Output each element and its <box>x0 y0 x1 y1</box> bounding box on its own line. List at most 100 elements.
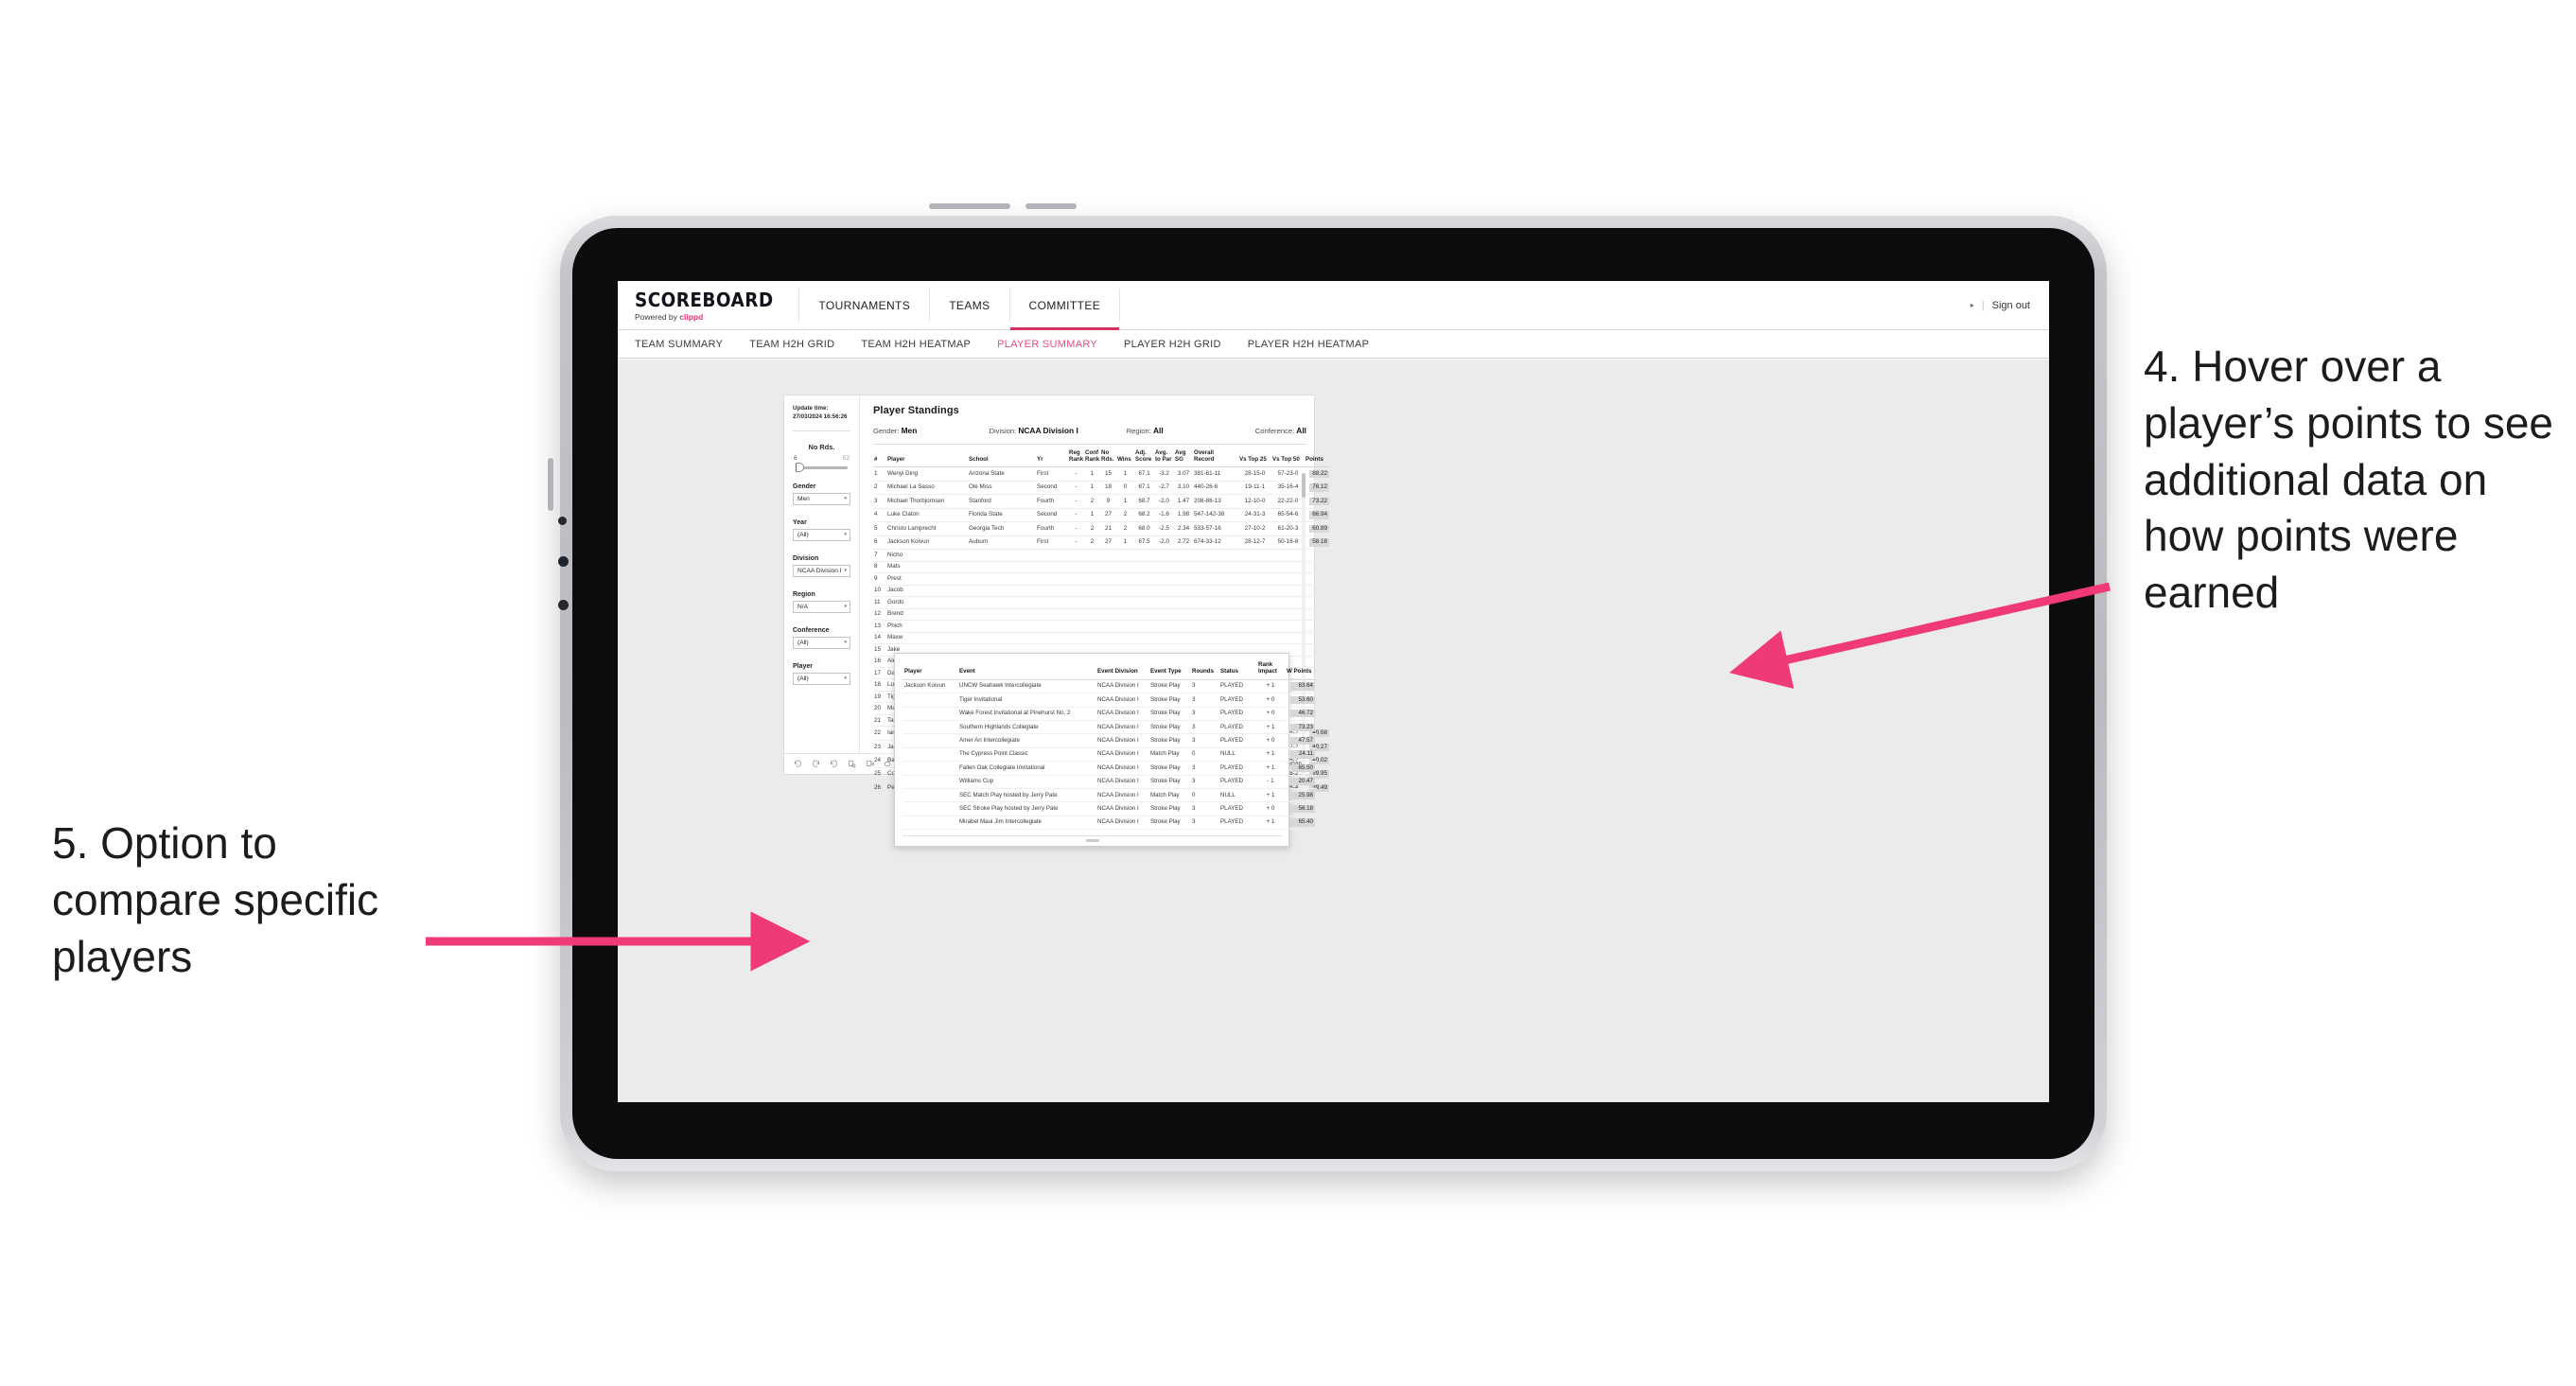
col-points[interactable]: Points <box>1305 445 1330 468</box>
points-value[interactable]: 73.22 <box>1309 497 1329 506</box>
no-rounds-label: No Rds. <box>808 442 835 451</box>
cell-adj-score <box>1134 572 1154 586</box>
table-row[interactable]: 8 Mats <box>873 561 1330 574</box>
col-overall-record[interactable]: Overall Record <box>1193 445 1238 468</box>
tooltip-resize-handle[interactable] <box>1086 839 1099 843</box>
tab-team-h2h-heatmap[interactable]: TEAM H2H HEATMAP <box>861 339 971 350</box>
cell-overall-record: 547-142-38 <box>1193 508 1238 523</box>
tooltip-row: Wake Forest Invitational at Pinehurst No… <box>902 707 1317 722</box>
tt-cell-rounds: 3 <box>1190 761 1218 776</box>
table-row[interactable]: 11 Gordo <box>873 596 1330 609</box>
nav-item-tournaments[interactable]: TOURNAMENTS <box>799 281 929 329</box>
redo-icon[interactable] <box>812 760 820 768</box>
chevron-right-icon[interactable]: ▸ <box>1971 301 1974 309</box>
col-adj-score[interactable]: Adj. Score <box>1134 445 1154 468</box>
tt-cell-event: Williams Cup <box>957 775 1095 790</box>
tooltip-row: Amer Ari Intercollegiate NCAA Division IS… <box>902 733 1317 748</box>
slider-handle[interactable] <box>796 463 804 473</box>
cell-rank: 21 <box>873 714 886 728</box>
table-row[interactable]: 12 Brend <box>873 608 1330 622</box>
table-row[interactable]: 3 Michael Thorbjornsen Stanford Fourth -2 9 1 6… <box>873 494 1330 509</box>
col-rank[interactable]: # <box>873 445 886 468</box>
cell-points[interactable] <box>1305 561 1330 574</box>
table-row[interactable]: 2 Michael La Sasso Ole Miss Second -1 18 0 67.1… <box>873 481 1330 496</box>
col-avg-sg[interactable]: Avg SG <box>1174 445 1193 468</box>
w-points-value: 25.98 <box>1290 791 1315 799</box>
col-reg-rank[interactable]: Reg Rank <box>1068 445 1084 468</box>
table-row[interactable]: 7 Nicho <box>873 549 1330 562</box>
tt-cell-w-points: 83.64 <box>1285 679 1317 694</box>
tooltip-row: SEC Match Play hosted by Jerry Pate NCAA … <box>902 788 1317 803</box>
sensor-dot <box>558 517 567 525</box>
points-value[interactable]: 66.94 <box>1309 511 1329 519</box>
col-avg-to-par[interactable]: Avg. to Par <box>1154 445 1174 468</box>
cell-points[interactable] <box>1305 549 1330 562</box>
tooltip-row: Fallen Oak Collegiate Invitational NCAA D… <box>902 761 1317 776</box>
region-dropdown[interactable]: N/A ▾ <box>793 600 850 613</box>
col-school[interactable]: School <box>968 445 1036 468</box>
tab-player-h2h-grid[interactable]: PLAYER H2H GRID <box>1124 339 1221 350</box>
table-scrollbar-thumb[interactable] <box>1302 473 1306 498</box>
table-row[interactable]: 9 Prest <box>873 572 1330 586</box>
col-wins[interactable]: Wins <box>1116 445 1134 468</box>
undo-icon[interactable] <box>794 760 802 768</box>
w-points-value: 24.11 <box>1290 750 1315 759</box>
points-value[interactable]: 76.12 <box>1309 483 1329 492</box>
cell-points[interactable] <box>1305 620 1330 633</box>
scoreboard-logo[interactable]: SCOREBOARD Powered by clippd <box>618 281 798 329</box>
tab-player-summary[interactable]: PLAYER SUMMARY <box>997 339 1097 350</box>
cell-points[interactable] <box>1305 608 1330 622</box>
points-value[interactable]: 60.89 <box>1309 524 1329 534</box>
cell-points[interactable]: 88.22 <box>1305 466 1330 482</box>
dropdown-value: N/A <box>797 603 808 610</box>
cell-points[interactable]: 60.89 <box>1305 521 1330 536</box>
col-conf-rank[interactable]: Conf Rank <box>1084 445 1100 468</box>
points-value[interactable]: 58.18 <box>1309 538 1329 547</box>
table-row[interactable]: 5 Christo Lamprecht Georgia Tech Fourth -2 21… <box>873 521 1330 536</box>
nav-item-teams[interactable]: TEAMS <box>930 281 1008 329</box>
cell-points[interactable]: 58.18 <box>1305 535 1330 551</box>
cell-points[interactable] <box>1305 643 1330 657</box>
conference-dropdown[interactable]: (All) ▾ <box>793 636 850 649</box>
cell-points[interactable]: 76.12 <box>1305 481 1330 496</box>
sign-out-link[interactable]: Sign out <box>1992 300 2030 311</box>
cell-adj-score <box>1134 620 1154 633</box>
nav-item-committee[interactable]: COMMITTEE <box>1009 281 1120 330</box>
tab-team-summary[interactable]: TEAM SUMMARY <box>635 339 723 350</box>
points-value[interactable]: 88.22 <box>1309 469 1329 479</box>
cell-points[interactable] <box>1305 572 1330 586</box>
w-points-value: 65.50 <box>1290 763 1315 773</box>
revert-icon[interactable] <box>830 760 838 768</box>
cell-points[interactable]: 73.22 <box>1305 494 1330 509</box>
col-vs-top-50[interactable]: Vs Top 50 <box>1271 445 1305 468</box>
col-year[interactable]: Yr <box>1036 445 1068 468</box>
table-row[interactable]: 1 Wenyi Ding Arizona State First -1 15 1 67.1 -3… <box>873 466 1330 482</box>
table-row[interactable]: 4 Luke Claton Florida State Second -1 27 2 68.2… <box>873 508 1330 523</box>
summary-gender: Gender: Men <box>873 426 990 435</box>
tablet-bezel: SCOREBOARD Powered by clippd TOURNAMENTS… <box>572 228 2094 1159</box>
col-no-rounds[interactable]: No Rds. <box>1100 445 1116 468</box>
tt-col-event-type: Event Type <box>1148 659 1190 680</box>
cell-reg-rank: - <box>1068 535 1084 551</box>
table-row[interactable]: 10 Jacob <box>873 585 1330 598</box>
cell-reg-rank <box>1068 632 1084 645</box>
player-dropdown[interactable]: (All) ▾ <box>793 672 850 685</box>
browser-viewport: SCOREBOARD Powered by clippd TOURNAMENTS… <box>618 281 2049 1102</box>
table-row[interactable]: 6 Jackson Koivun Auburn First -2 27 1 67.5 -2.0 2… <box>873 535 1330 551</box>
no-rounds-slider[interactable] <box>796 463 848 473</box>
col-player[interactable]: Player <box>886 445 968 468</box>
table-row[interactable]: 14 Maxw <box>873 632 1330 645</box>
table-row[interactable]: 13 Phich <box>873 620 1330 633</box>
year-dropdown[interactable]: (All) ▾ <box>793 528 850 541</box>
cell-points[interactable]: 66.94 <box>1305 508 1330 523</box>
division-dropdown[interactable]: NCAA Division I ▾ <box>793 564 850 577</box>
refresh-data-icon[interactable] <box>848 760 856 768</box>
cell-points[interactable] <box>1305 596 1330 609</box>
cell-points[interactable] <box>1305 632 1330 645</box>
tab-team-h2h-grid[interactable]: TEAM H2H GRID <box>749 339 834 350</box>
cell-points[interactable] <box>1305 585 1330 598</box>
gender-dropdown[interactable]: Men ▾ <box>793 492 850 505</box>
tt-cell-rounds: 3 <box>1190 775 1218 790</box>
tab-player-h2h-heatmap[interactable]: PLAYER H2H HEATMAP <box>1248 339 1369 350</box>
col-vs-top-25[interactable]: Vs Top 25 <box>1238 445 1271 468</box>
